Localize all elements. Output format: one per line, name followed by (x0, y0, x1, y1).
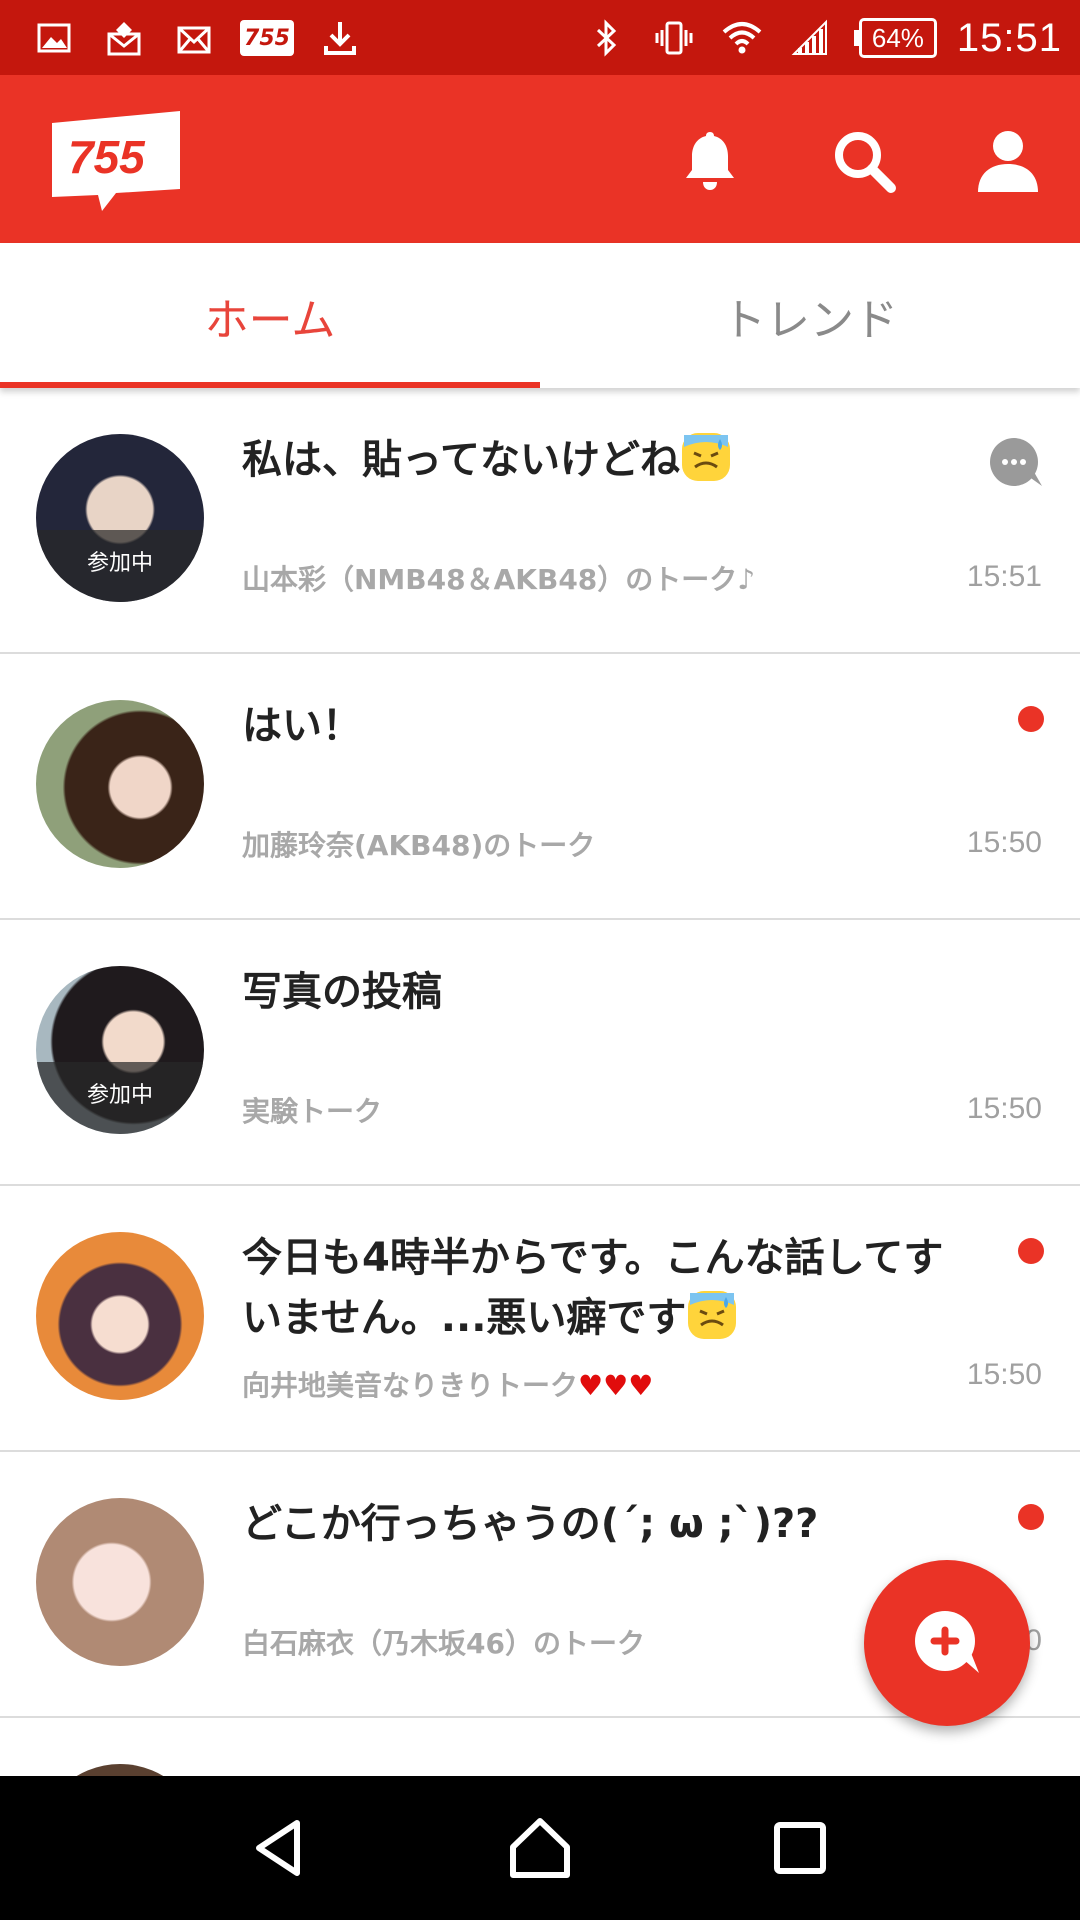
app-logo[interactable]: 755 (46, 105, 186, 213)
talk-row[interactable] (0, 1718, 1080, 1776)
chat-bubble-icon (990, 438, 1042, 486)
app-bar: 755 (0, 75, 1080, 243)
avatar (36, 700, 204, 868)
talk-room-name: 実験トーク (242, 1095, 383, 1128)
recents-icon (774, 1822, 826, 1874)
vibrate-icon (650, 14, 698, 62)
talk-time: 15:50 (966, 1358, 1042, 1391)
avatar (36, 1232, 204, 1400)
talk-title: どこか行っちゃうの(´; ω ;`)?? (242, 1501, 819, 1547)
talk-time: 15:51 (966, 560, 1042, 593)
talk-title-text: 今日も4時半からです。こんな話してすいません。...悪い癖です (242, 1235, 944, 1341)
back-button[interactable] (235, 1803, 325, 1893)
profile-button[interactable] (966, 119, 1050, 203)
notification-icons: 755 (30, 14, 364, 62)
unread-dot (1018, 706, 1044, 732)
joined-badge: 参加中 (36, 530, 204, 602)
unread-dot (1018, 1504, 1044, 1530)
tab-home[interactable]: ホーム (0, 243, 540, 388)
talk-title: 私は、貼ってないけどね (242, 430, 982, 490)
clock: 15:51 (956, 15, 1062, 60)
status-bar: 755 64% 15:51 (0, 0, 1080, 75)
sweat-emoji-icon (682, 433, 730, 481)
avatar: 参加中 (36, 966, 204, 1134)
bell-icon (686, 132, 734, 190)
talk-time: 15:50 (966, 1092, 1042, 1125)
recents-button[interactable] (755, 1803, 845, 1893)
tab-bar: ホーム トレンド (0, 243, 1080, 388)
mail-notice-icon (100, 14, 148, 62)
search-icon (835, 132, 896, 193)
mail-icon (170, 14, 218, 62)
logo-text: 755 (68, 131, 146, 183)
battery-icon: 64% (853, 18, 937, 58)
new-talk-button[interactable] (864, 1560, 1030, 1726)
profile-icon (978, 131, 1038, 192)
image-icon (30, 14, 78, 62)
talk-row[interactable]: はい！ 加藤玲奈(AKB48)のトーク 15:50 (0, 654, 1080, 920)
bluetooth-icon (582, 14, 630, 62)
unread-dot (1018, 1238, 1044, 1264)
talk-title-text: 私は、貼ってないけどね (242, 437, 680, 483)
wifi-icon (718, 14, 766, 62)
talk-room-name: 加藤玲奈(AKB48)のトーク (242, 829, 596, 862)
home-button[interactable] (495, 1803, 585, 1893)
hearts: ♥♥♥ (578, 1369, 654, 1402)
new-talk-plus-icon (915, 1611, 979, 1673)
talk-room-name: 山本彩（NMB48＆AKB48）のトーク♪ (242, 563, 756, 596)
talk-title: 今日も4時半からです。こんな話してすいません。...悪い癖です (242, 1228, 982, 1348)
talk-title: 写真の投稿 (242, 969, 442, 1015)
talk-row[interactable]: 参加中 写真の投稿 実験トーク 15:50 (0, 920, 1080, 1186)
talk-time: 15:50 (966, 826, 1042, 859)
notifications-button[interactable] (668, 119, 752, 203)
talk-title: はい！ (242, 703, 362, 749)
app-755-icon: 755 (240, 20, 294, 56)
talk-room-name: 向井地美音なりきりトーク♥♥♥ (242, 1364, 653, 1404)
avatar (36, 1498, 204, 1666)
sweat-emoji-icon (688, 1291, 737, 1339)
back-icon (256, 1820, 300, 1876)
signal-icon (786, 14, 834, 62)
joined-badge: 参加中 (36, 1062, 204, 1134)
talk-room-name: 白石麻衣（乃木坂46）のトーク (242, 1627, 645, 1660)
download-icon (316, 14, 364, 62)
battery-level: 64% (858, 18, 937, 58)
avatar: 参加中 (36, 434, 204, 602)
search-button[interactable] (822, 119, 906, 203)
talk-row[interactable]: 参加中 私は、貼ってないけどね 山本彩（NMB48＆AKB48）のトーク♪ 15… (0, 388, 1080, 654)
home-icon (510, 1818, 570, 1878)
avatar (36, 1764, 204, 1776)
tab-trend[interactable]: トレンド (540, 243, 1080, 388)
navigation-bar (0, 1776, 1080, 1920)
talk-room-name-text: 向井地美音なりきりトーク (242, 1369, 579, 1402)
talk-row[interactable]: 今日も4時半からです。こんな話してすいません。...悪い癖です 向井地美音なりき… (0, 1186, 1080, 1452)
system-icons: 64% 15:51 (582, 10, 1062, 66)
